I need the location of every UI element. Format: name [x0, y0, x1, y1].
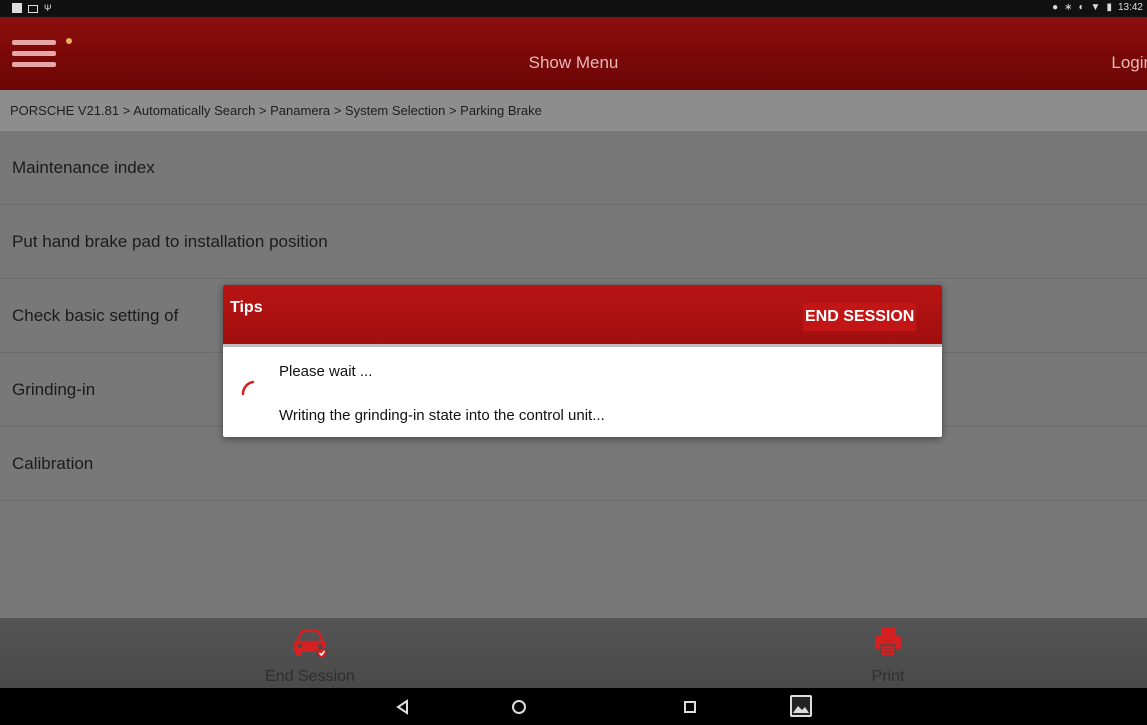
recent-apps-icon[interactable] — [679, 696, 701, 718]
usb-icon: Ψ — [44, 3, 52, 13]
back-icon[interactable] — [392, 696, 414, 718]
print-label: Print — [871, 668, 905, 685]
bluetooth-icon: ∗ — [1064, 2, 1073, 13]
location-icon: ● — [1052, 2, 1059, 13]
end-session-toolbar-button[interactable]: End Session — [230, 618, 390, 688]
status-notifications: Ψ — [12, 3, 52, 13]
gallery-icon[interactable] — [789, 694, 813, 718]
loading-spinner-icon — [241, 380, 255, 396]
wifi-icon: ▼ — [1090, 2, 1101, 13]
end-session-button[interactable]: END SESSION — [803, 303, 917, 331]
menu-item-maintenance-index[interactable]: Maintenance index — [0, 131, 1147, 205]
home-icon[interactable] — [508, 696, 530, 718]
login-link[interactable]: Login — [1111, 17, 1147, 90]
menu-item-hand-brake-pad[interactable]: Put hand brake pad to installation posit… — [0, 205, 1147, 279]
printer-icon — [875, 628, 901, 657]
breadcrumb: PORSCHE V21.81 > Automatically Search > … — [0, 90, 1147, 131]
sync-icon: ◐ — [1078, 2, 1085, 13]
dialog-title: Tips — [230, 299, 263, 316]
status-indicators: ● ∗ ◐ ▼ ▮ 13:42 — [1052, 2, 1143, 13]
android-nav-bar — [0, 688, 1147, 725]
show-menu-title[interactable]: Show Menu — [529, 53, 619, 72]
status-time: 13:42 — [1117, 2, 1143, 13]
app-header: Show Menu Login — [0, 17, 1147, 90]
notification-dot-icon — [66, 38, 72, 44]
battery-icon: ▮ — [1106, 2, 1112, 13]
dialog-body: Please wait ... Writing the grinding-in … — [223, 347, 942, 437]
screenshot-icon — [28, 4, 38, 13]
notification-icon — [12, 3, 22, 13]
dialog-header: Tips END SESSION — [223, 285, 942, 347]
status-bar: Ψ ● ∗ ◐ ▼ ▮ 13:42 — [0, 0, 1147, 17]
progress-detail: Writing the grinding-in state into the c… — [279, 407, 605, 424]
end-session-label: End Session — [265, 668, 355, 685]
car-icon — [294, 629, 328, 658]
wait-message: Please wait ... — [279, 363, 373, 380]
print-toolbar-button[interactable]: Print — [808, 618, 968, 688]
menu-item-calibration[interactable]: Calibration — [0, 427, 1147, 501]
tips-dialog: Tips END SESSION Please wait ... Writing… — [223, 285, 942, 437]
bottom-toolbar: End Session Print — [0, 618, 1147, 688]
hamburger-icon[interactable] — [8, 34, 72, 74]
